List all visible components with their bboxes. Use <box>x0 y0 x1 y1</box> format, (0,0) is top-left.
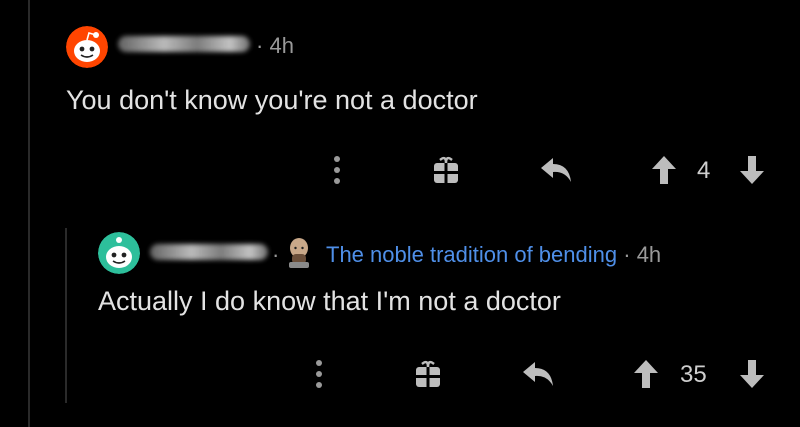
more-vertical-icon <box>316 360 322 388</box>
snoo-avatar-icon <box>66 26 108 68</box>
separator-dot: · <box>272 242 280 267</box>
comment-meta: The noble tradition of bending · 4h <box>326 242 661 268</box>
downvote-button[interactable] <box>734 150 770 190</box>
downvote-icon <box>740 156 764 184</box>
user-avatar[interactable] <box>98 232 140 274</box>
bald-man-flair-icon <box>289 238 309 268</box>
reply-button[interactable] <box>536 150 576 190</box>
separator-dot: · <box>623 242 631 267</box>
comment-1: · 4h You don't know you're not a doctor … <box>0 0 800 200</box>
gift-icon <box>416 360 440 387</box>
reply-icon <box>523 362 553 386</box>
comment-2: · The noble tradition of bending · 4h Ac… <box>0 220 800 420</box>
reply-button[interactable] <box>518 354 558 394</box>
more-vertical-icon <box>334 156 340 184</box>
upvote-button[interactable] <box>646 150 682 190</box>
user-flair[interactable]: The noble tradition of bending <box>326 242 617 267</box>
username-redacted[interactable] <box>118 36 250 52</box>
user-avatar[interactable] <box>66 26 108 68</box>
separator-dot: · <box>256 33 264 58</box>
upvote-icon <box>652 156 676 184</box>
upvote-button[interactable] <box>628 354 664 394</box>
vote-count: 4 <box>697 157 711 184</box>
more-options-button[interactable] <box>304 354 334 394</box>
award-button[interactable] <box>426 150 466 190</box>
comment-body: You don't know you're not a doctor <box>66 85 478 115</box>
upvote-icon <box>634 360 658 388</box>
downvote-button[interactable] <box>734 354 770 394</box>
more-options-button[interactable] <box>322 150 352 190</box>
username-redacted[interactable] <box>150 244 268 260</box>
downvote-icon <box>740 360 764 388</box>
comment-body: Actually I do know that I'm not a doctor <box>98 286 561 316</box>
reply-icon <box>541 158 571 182</box>
gift-icon <box>434 156 458 183</box>
timestamp: 4h <box>269 33 294 58</box>
timestamp: 4h <box>636 242 662 267</box>
comment-meta: · 4h <box>256 33 294 59</box>
snoo-avatar-icon <box>98 232 140 274</box>
vote-count: 35 <box>680 361 707 388</box>
flair-avatar <box>286 236 312 268</box>
award-button[interactable] <box>408 354 448 394</box>
